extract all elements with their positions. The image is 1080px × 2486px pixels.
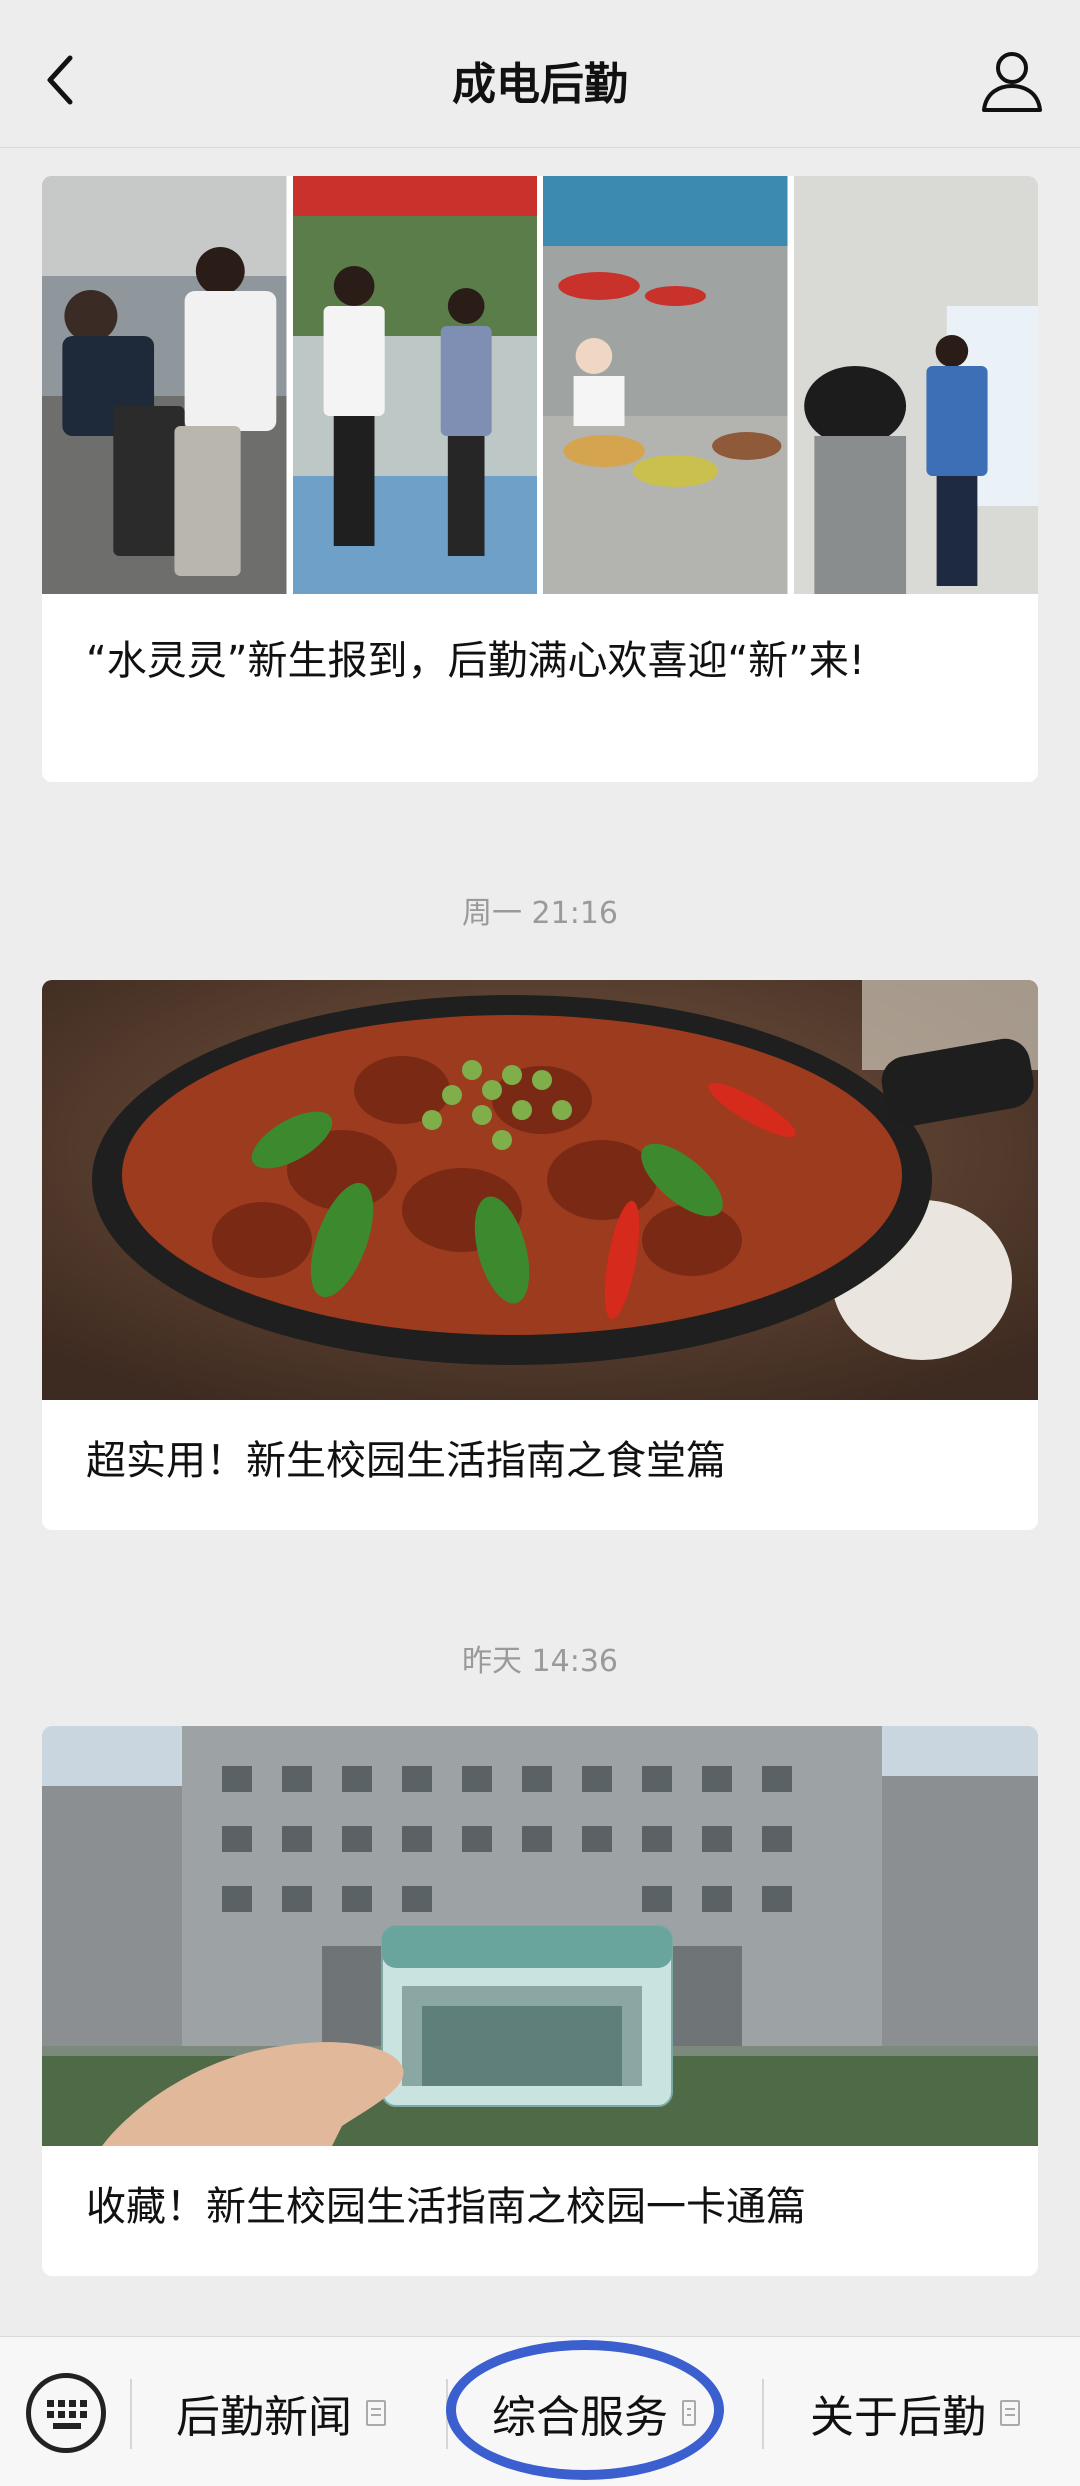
article-cover-image [42,1726,1038,2146]
article-card[interactable]: “水灵灵”新生报到，后勤满心欢喜迎“新”来! [42,176,1038,782]
menu-item-logistics-news[interactable]: 后勤新闻 [176,2383,386,2443]
article-title: 超实用！新生校园生活指南之食堂篇 [86,1438,726,1484]
photo-cleaning-staff [793,176,1038,594]
wechat-official-account-page: 成电后勤 “水灵灵”新生报到，后勤满心欢喜迎“新”来! 周一 21:16 超实用… [0,0,1080,2486]
page-title: 成电后勤 [452,59,628,110]
highlight-ring-annotation [446,2340,724,2480]
document-icon [1000,2400,1020,2426]
message-timestamp: 昨天 14:36 [462,1644,618,1679]
article-title: 收藏！新生校园生活指南之校园一卡通篇 [86,2184,806,2230]
article-card[interactable]: 收藏！新生校园生活指南之校园一卡通篇 [42,1726,1038,2276]
menu-divider [762,2379,764,2449]
article-title: “水灵灵”新生报到，后勤满心欢喜迎“新”来! [86,638,865,684]
article-cover-collage [42,176,1038,594]
menu-divider [130,2379,132,2449]
top-nav-bar: 成电后勤 [0,0,1080,148]
menu-item-label: 关于后勤 [810,2392,986,2443]
user-icon[interactable] [976,44,1048,116]
keyboard-icon[interactable] [26,2373,106,2453]
article-card[interactable]: 超实用！新生校园生活指南之食堂篇 [42,980,1038,1530]
photo-canteen [543,176,788,594]
article-cover-image [42,980,1038,1400]
photo-students [292,176,537,594]
menu-item-label: 后勤新闻 [176,2392,352,2443]
document-icon [366,2400,386,2426]
message-timestamp: 周一 21:16 [462,896,618,931]
photo-luggage [42,176,287,594]
menu-item-about-logistics[interactable]: 关于后勤 [810,2383,1020,2443]
